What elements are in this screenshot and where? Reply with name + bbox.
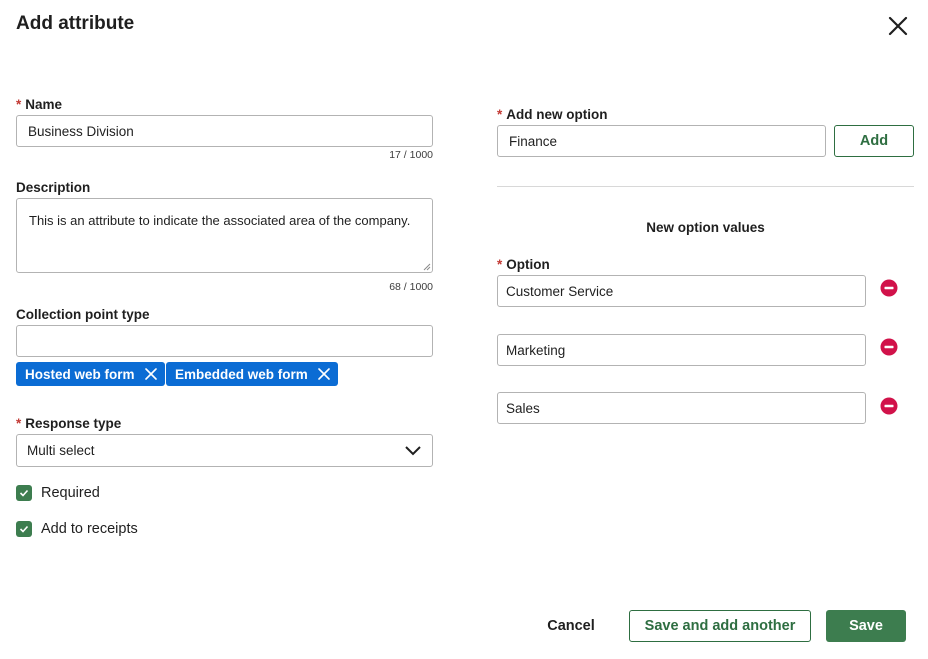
response-type-label: * Response type — [16, 416, 122, 431]
chip-label: Embedded web form — [175, 366, 308, 382]
option-label: * Option — [497, 257, 550, 272]
required-marker: * — [497, 107, 503, 122]
option-input-customer-service[interactable] — [497, 275, 866, 307]
chip-hosted-web-form: Hosted web form — [16, 362, 165, 386]
remove-icon[interactable] — [880, 338, 898, 356]
add-to-receipts-checkbox-label: Add to receipts — [41, 521, 138, 537]
name-counter: 17 / 1000 — [389, 149, 433, 161]
required-marker: * — [16, 416, 22, 431]
dialog-title: Add attribute — [16, 13, 135, 34]
chip-embedded-web-form: Embedded web form — [166, 362, 338, 386]
name-label: * Name — [16, 97, 63, 112]
cancel-button[interactable]: Cancel — [540, 610, 602, 642]
name-input[interactable] — [16, 115, 433, 147]
add-option-input[interactable] — [497, 125, 826, 157]
close-icon — [144, 368, 157, 380]
required-marker: * — [16, 97, 22, 112]
option-input-sales[interactable] — [497, 392, 866, 424]
add-option-button[interactable]: Add — [834, 125, 914, 157]
chip-remove-button[interactable] — [143, 366, 159, 382]
response-type-select[interactable]: Multi select — [16, 434, 433, 467]
option-input-marketing[interactable] — [497, 334, 866, 366]
add-option-label: * Add new option — [497, 107, 608, 122]
description-textarea[interactable] — [16, 198, 433, 273]
chip-label: Hosted web form — [25, 366, 135, 382]
checkmark-icon — [19, 489, 29, 497]
collection-point-label: Collection point type — [16, 307, 150, 322]
required-checkbox[interactable] — [16, 485, 32, 501]
required-checkbox-label: Required — [41, 485, 100, 501]
close-icon — [888, 16, 908, 36]
required-marker: * — [497, 257, 503, 272]
collection-point-input[interactable] — [16, 325, 433, 357]
save-button[interactable]: Save — [826, 610, 906, 642]
resize-grip-icon[interactable] — [423, 263, 431, 271]
option-values-title: New option values — [646, 220, 765, 235]
save-and-add-another-button[interactable]: Save and add another — [629, 610, 811, 642]
required-checkbox-row[interactable]: Required — [16, 485, 100, 501]
section-divider — [497, 186, 914, 187]
close-icon — [317, 368, 330, 380]
add-to-receipts-checkbox-row[interactable]: Add to receipts — [16, 521, 138, 537]
chip-remove-button[interactable] — [316, 366, 332, 382]
description-counter: 68 / 1000 — [389, 281, 433, 293]
close-button[interactable] — [884, 12, 912, 40]
response-type-value: Multi select — [27, 443, 95, 458]
chevron-down-icon — [405, 445, 421, 455]
remove-icon[interactable] — [880, 279, 898, 297]
add-to-receipts-checkbox[interactable] — [16, 521, 32, 537]
checkmark-icon — [19, 525, 29, 533]
remove-icon[interactable] — [880, 397, 898, 415]
description-label: Description — [16, 180, 91, 195]
